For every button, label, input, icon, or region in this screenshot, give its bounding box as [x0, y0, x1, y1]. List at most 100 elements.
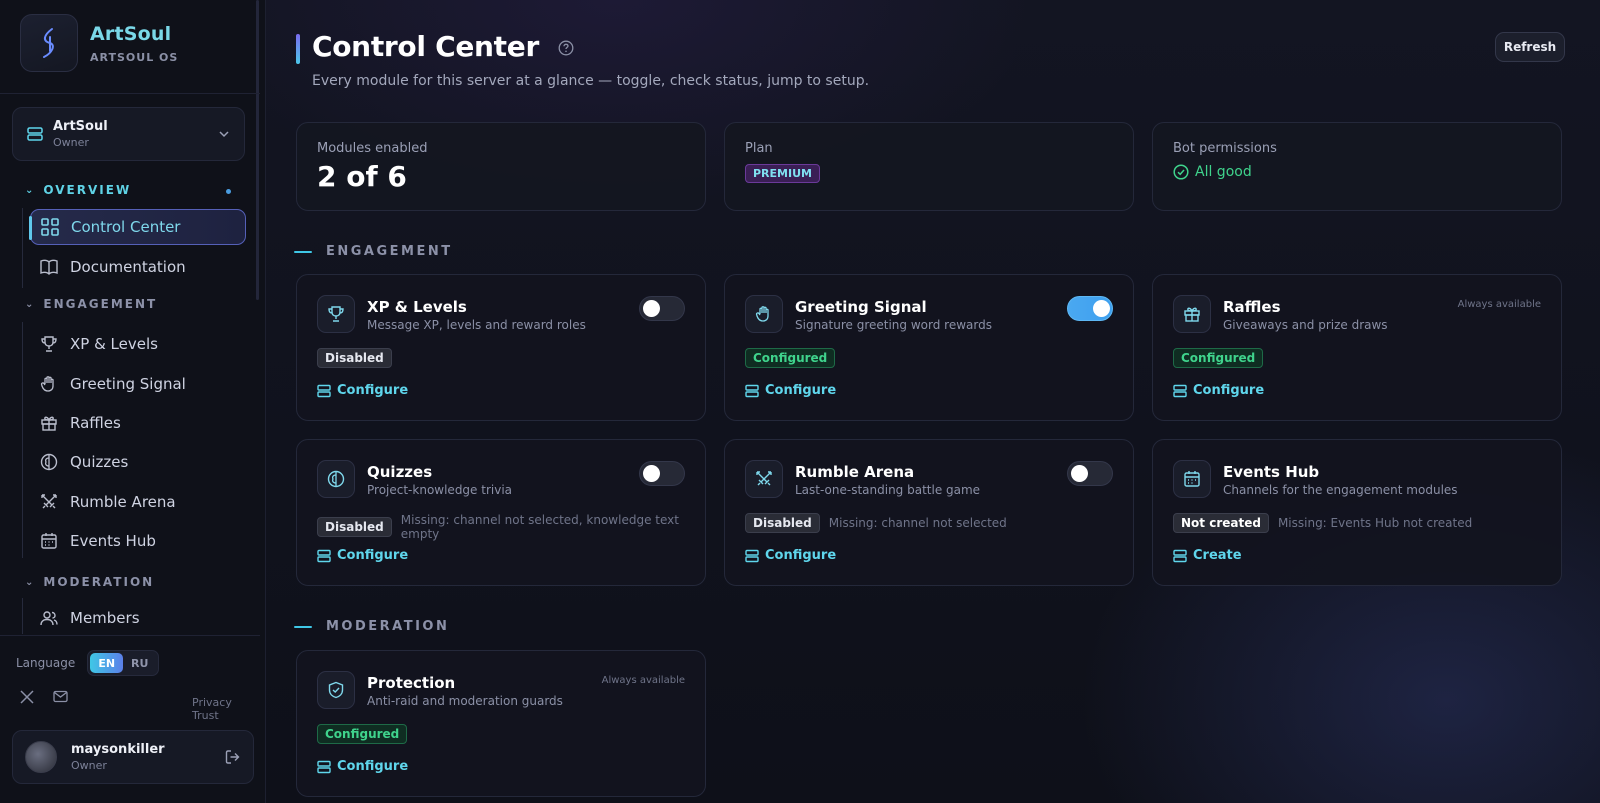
section-label: MODERATION [43, 575, 155, 589]
chevron-down-icon [219, 131, 229, 138]
module-card-raffles: Raffles Giveaways and prize draws Always… [1152, 274, 1562, 421]
missing-note: Missing: Events Hub not created [1277, 516, 1473, 530]
module-title: Protection [367, 674, 456, 692]
always-available-note: Always available [1457, 299, 1541, 310]
group-moderation: MODERATION [294, 619, 449, 634]
server-selector[interactable]: ArtSoul Owner [12, 107, 245, 161]
sidebar-scrollbar[interactable] [256, 0, 259, 300]
brand[interactable]: ArtSoul ARTSOUL OS [20, 14, 178, 72]
chevron-down-icon: ⌄ [25, 298, 36, 310]
sidebar-item-label: Events Hub [70, 532, 156, 550]
configure-link[interactable]: Configure [1173, 383, 1264, 398]
section-moderation[interactable]: ⌄ MODERATION [25, 575, 154, 589]
module-toggle[interactable] [639, 296, 685, 321]
stat-label: Modules enabled [317, 141, 428, 156]
group-engagement: ENGAGEMENT [294, 244, 453, 259]
configure-label: Configure [765, 383, 837, 398]
tree-line [22, 598, 23, 634]
sidebar-item-raffles[interactable]: Raffles [30, 405, 246, 441]
status-badge: Configured [317, 724, 408, 744]
configure-label: Configure [1193, 383, 1265, 398]
check-circle-icon [1173, 164, 1189, 180]
server-name: ArtSoul [53, 119, 108, 134]
language-option-ru[interactable]: RU [123, 653, 156, 673]
sidebar-item-quizzes[interactable]: Quizzes [30, 444, 246, 480]
shield-icon [317, 671, 355, 709]
users-icon [40, 611, 58, 626]
create-link[interactable]: Create [1173, 548, 1242, 563]
server-role: Owner [53, 136, 89, 149]
configure-link[interactable]: Configure [745, 383, 836, 398]
help-icon[interactable] [558, 40, 574, 56]
sidebar-item-xp-levels[interactable]: XP & Levels [30, 326, 246, 362]
missing-note: Missing: channel not selected, knowledge… [400, 513, 679, 541]
brand-logo [20, 14, 78, 72]
tree-line [22, 322, 23, 558]
trophy-icon [317, 295, 355, 333]
page-subtitle: Every module for this server at a glance… [312, 73, 870, 89]
sidebar-item-documentation[interactable]: Documentation [30, 249, 246, 285]
stat-label: Plan [745, 141, 773, 156]
brain-icon [40, 453, 58, 471]
module-description: Channels for the engagement modules [1223, 483, 1458, 497]
module-toggle[interactable] [1067, 461, 1113, 486]
status-badge: Disabled [317, 517, 392, 537]
configure-link[interactable]: Configure [317, 548, 408, 563]
module-toggle[interactable] [639, 461, 685, 486]
sidebar-item-label: Raffles [70, 414, 121, 432]
server-icon [317, 549, 331, 562]
sidebar-item-label: Greeting Signal [70, 375, 186, 393]
sidebar-item-rumble-arena[interactable]: Rumble Arena [30, 484, 246, 520]
section-engagement[interactable]: ⌄ ENGAGEMENT [25, 297, 157, 311]
server-icon [317, 384, 331, 397]
configure-link[interactable]: Configure [745, 548, 836, 563]
user-role: Owner [71, 759, 107, 772]
configure-link[interactable]: Configure [317, 383, 408, 398]
sidebar-item-events-hub[interactable]: Events Hub [30, 523, 246, 559]
sidebar-item-greeting-signal[interactable]: Greeting Signal [30, 366, 246, 402]
group-label: ENGAGEMENT [326, 244, 453, 259]
always-available-note: Always available [601, 675, 685, 686]
configure-label: Configure [337, 759, 409, 774]
module-title: Quizzes [367, 463, 433, 481]
perms-status: All good [1195, 164, 1252, 180]
trust-link[interactable]: Trust [192, 709, 219, 722]
module-card-rumble-arena: Rumble Arena Last-one-standing battle ga… [724, 439, 1134, 586]
module-card-greeting-signal: Greeting Signal Signature greeting word … [724, 274, 1134, 421]
x-twitter-icon[interactable] [20, 690, 34, 704]
create-label: Create [1193, 548, 1242, 563]
status-badge: Disabled [317, 348, 392, 368]
user-card[interactable]: maysonkiller Owner [12, 730, 254, 784]
module-title: Greeting Signal [795, 298, 927, 316]
logout-icon[interactable] [225, 749, 241, 765]
book-icon [40, 259, 58, 275]
module-card-events-hub: Events Hub Channels for the engagement m… [1152, 439, 1562, 586]
module-description: Last-one-standing battle game [795, 483, 981, 497]
server-icon [745, 549, 759, 562]
sidebar-item-members[interactable]: Members [30, 600, 246, 636]
group-label: MODERATION [326, 619, 450, 634]
module-toggle[interactable] [1067, 296, 1113, 321]
privacy-link[interactable]: Privacy [192, 696, 232, 709]
brand-name: ArtSoul [90, 22, 172, 45]
sidebar-item-label: Control Center [71, 218, 181, 236]
swords-icon [745, 460, 783, 498]
gift-icon [1173, 295, 1211, 333]
hand-icon [40, 376, 54, 392]
chevron-down-icon: ⌄ [25, 576, 36, 588]
language-switch: EN RU [87, 650, 160, 676]
refresh-button[interactable]: Refresh [1495, 32, 1565, 62]
brand-subtitle: ARTSOUL OS [90, 50, 179, 64]
sidebar-item-control-center[interactable]: Control Center [29, 209, 246, 245]
configure-link[interactable]: Configure [317, 759, 408, 774]
group-dash [294, 625, 312, 628]
swords-icon [41, 494, 57, 509]
language-row: Language EN RU [16, 650, 160, 676]
section-overview[interactable]: ⌄ OVERVIEW [25, 183, 131, 197]
stat-plan: Plan PREMIUM [724, 122, 1134, 211]
calendar-icon [41, 533, 57, 549]
language-option-en[interactable]: EN [90, 653, 124, 673]
configure-label: Configure [765, 548, 837, 563]
mail-icon[interactable] [53, 690, 68, 703]
avatar [25, 741, 57, 773]
